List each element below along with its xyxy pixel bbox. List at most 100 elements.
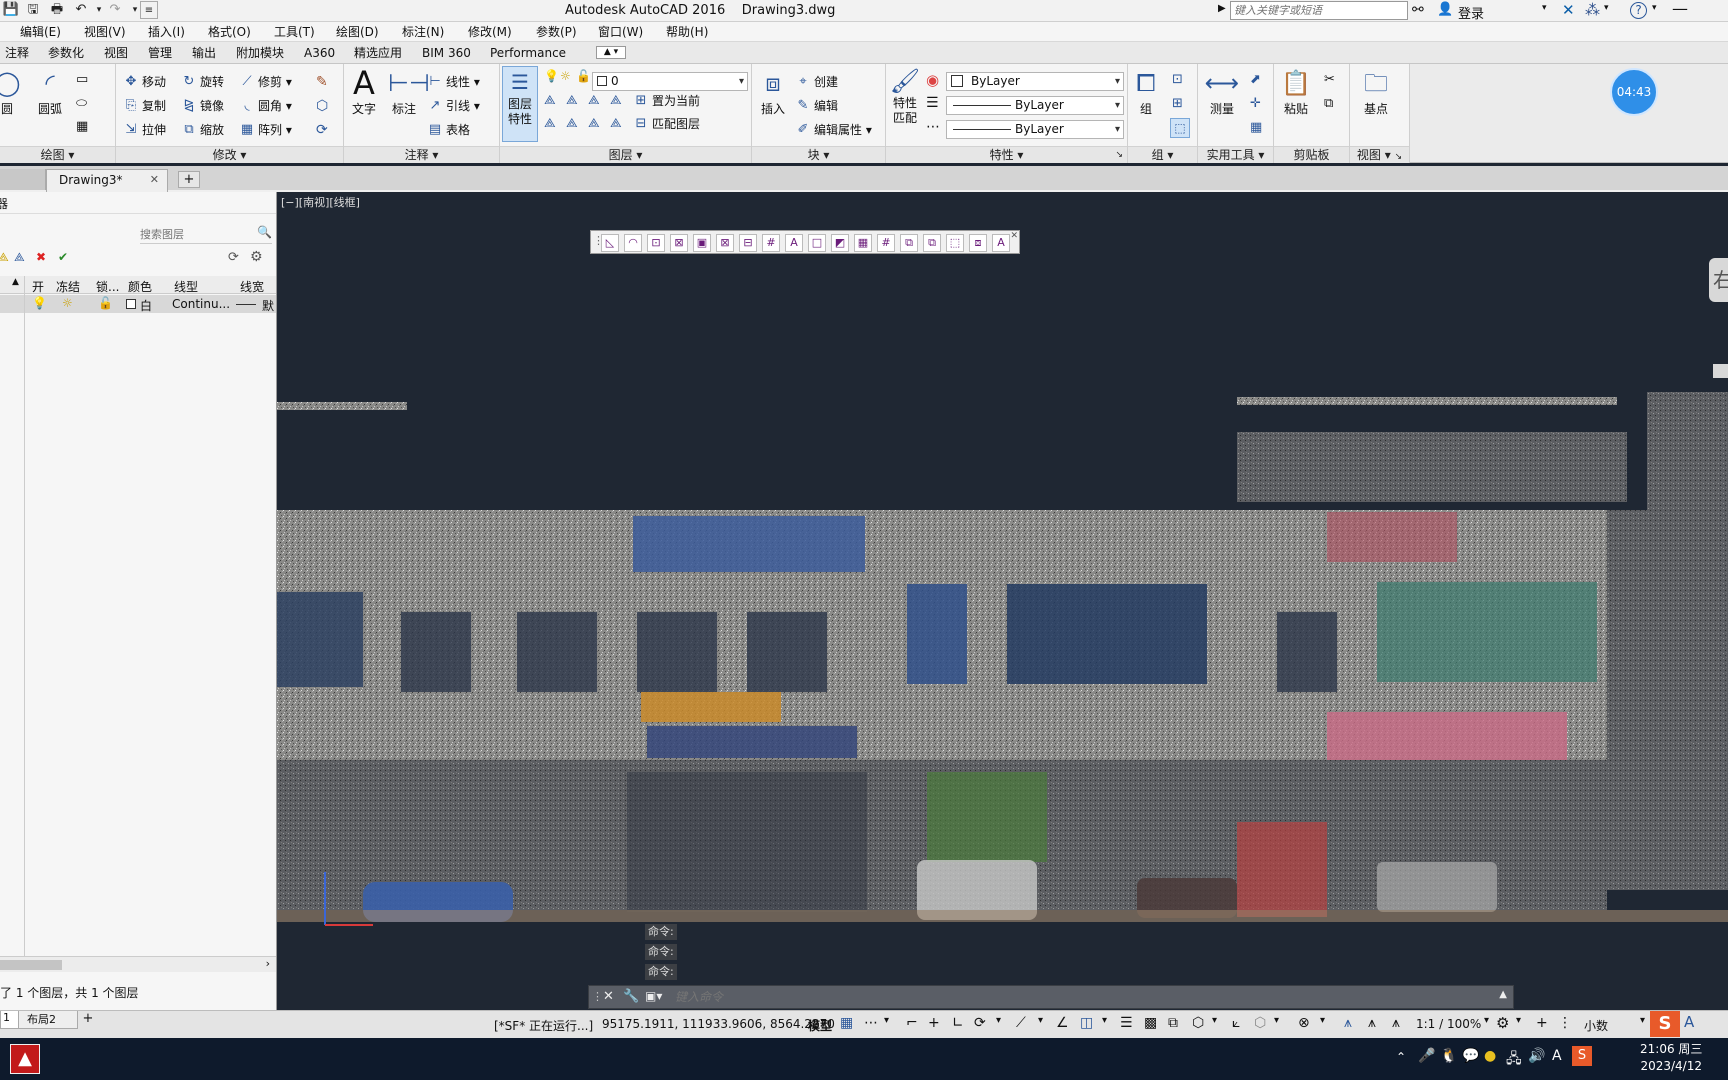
ime-mode-icon[interactable]: A <box>1684 1013 1694 1031</box>
ellipse-icon[interactable]: ⬭ <box>76 96 87 111</box>
layer-search-input[interactable] <box>140 225 252 243</box>
volume-icon[interactable]: 🔊 <box>1528 1048 1545 1064</box>
tab-addins[interactable]: 附加模块 <box>236 45 284 61</box>
layer-unlock-icon[interactable]: ⟁ <box>610 116 622 131</box>
input-language-indicator[interactable]: A <box>1552 1048 1562 1064</box>
selection-filter-icon[interactable]: ⬡ <box>1254 1015 1266 1031</box>
calculator-icon[interactable]: ▦ <box>1250 120 1262 135</box>
set-current-layer-icon[interactable]: ✔ <box>58 250 68 264</box>
tab-manage[interactable]: 管理 <box>148 45 172 61</box>
point-icon[interactable]: ✛ <box>1250 96 1261 111</box>
tab-parametric[interactable]: 参数化 <box>48 45 84 61</box>
help-icon[interactable]: ? <box>1630 2 1647 19</box>
layer-isolate-icon[interactable]: ⟁ <box>566 93 578 108</box>
menu-help[interactable]: 帮助(H) <box>666 24 708 40</box>
table-button[interactable]: ▤ 表格 <box>426 119 470 141</box>
save-as-icon[interactable]: 🖫 <box>24 1 42 19</box>
annotation-visibility-icon[interactable]: ⩚ <box>1344 1015 1352 1031</box>
layer-on-bulb-icon[interactable]: 💡 <box>32 296 47 310</box>
network-icon[interactable]: 🖧 <box>1506 1048 1522 1072</box>
new-tab-button[interactable]: + <box>178 171 200 188</box>
panel-modify-label[interactable]: 修改 ▾ <box>116 146 343 163</box>
copy-clip-icon[interactable]: ⧉ <box>1324 96 1333 111</box>
dynamic-input-icon[interactable]: + <box>928 1015 940 1031</box>
drawing-viewport[interactable]: [−][南视][线框] 右 <box>277 192 1728 1010</box>
layer-row-linetype[interactable]: Continu... <box>172 297 230 311</box>
tool-3-icon[interactable]: ⊡ <box>647 234 665 252</box>
layer-thaw-icon[interactable]: ⟁ <box>588 116 600 131</box>
tab-performance[interactable]: Performance <box>490 45 566 61</box>
copy-button[interactable]: ⎘ 复制 <box>122 95 166 117</box>
mirror-button[interactable]: ⧎ 镜像 <box>180 95 224 117</box>
tool-5-icon[interactable]: ▣ <box>693 234 711 252</box>
3d-osnap-dropdown-icon[interactable]: ▾ <box>1212 1015 1217 1026</box>
layer-dropdown[interactable]: 0 <box>592 72 748 91</box>
filter-dropdown-icon[interactable]: ▾ <box>1274 1015 1279 1026</box>
tab-layout2[interactable]: 布局2 <box>18 1011 78 1029</box>
lineweight-toggle-icon[interactable]: ☰ <box>1120 1015 1133 1031</box>
menu-dimension[interactable]: 标注(N) <box>402 24 444 40</box>
base-point-button[interactable]: 🗀 基点 <box>1356 66 1396 117</box>
print-icon[interactable]: 🖶 <box>48 1 66 19</box>
layer-on-icon[interactable]: ⟁ <box>544 116 556 131</box>
horizontal-scrollbar[interactable]: › <box>0 956 276 972</box>
tray-expand-icon[interactable]: ⌃ <box>1396 1050 1406 1064</box>
sort-arrow-icon[interactable]: ▲ <box>12 277 19 287</box>
tab-bim360[interactable]: BIM 360 <box>422 45 471 61</box>
layer-properties-button[interactable]: ☰ 图层特性 <box>502 66 538 142</box>
menu-format[interactable]: 格式(O) <box>208 24 251 40</box>
tool-9-icon[interactable]: A <box>785 234 803 252</box>
panel-block-label[interactable]: 块 ▾ <box>752 146 885 163</box>
menu-window[interactable]: 窗口(W) <box>598 24 643 40</box>
tool-11-icon[interactable]: ◩ <box>831 234 849 252</box>
tool-12-icon[interactable]: ▦ <box>854 234 872 252</box>
scroll-right-icon[interactable]: › <box>266 957 270 970</box>
start-tab[interactable] <box>0 169 46 190</box>
tab-drawing3[interactable]: Drawing3* ✕ <box>46 169 168 192</box>
tool-6-icon[interactable]: ⊠ <box>716 234 734 252</box>
help-search-input[interactable] <box>1230 1 1408 20</box>
osnap-dropdown-icon[interactable]: ▾ <box>1102 1015 1107 1026</box>
annotation-scale-value[interactable]: 1:1 / 100% <box>1416 1017 1481 1031</box>
layer-off-icon[interactable]: ⟁ <box>544 93 556 108</box>
set-current-button[interactable]: ⊞ 置为当前 <box>632 90 700 112</box>
tool-4-icon[interactable]: ⊠ <box>670 234 688 252</box>
tool-13-icon[interactable]: # <box>877 234 895 252</box>
tool-2-icon[interactable]: ◠ <box>624 234 642 252</box>
linear-button[interactable]: ⊢ 线性 ▾ <box>426 71 480 93</box>
object-snap-tracking-icon[interactable]: ∠ <box>1056 1015 1069 1031</box>
panel-layers-label[interactable]: 图层 ▾ <box>500 146 751 163</box>
exchange-icon[interactable]: ✕ <box>1562 1 1575 19</box>
workspace-gear-icon[interactable]: ⚙ <box>1496 1014 1509 1032</box>
panel-groups-label[interactable]: 组 ▾ <box>1128 146 1197 163</box>
tab-featured-apps[interactable]: 精选应用 <box>354 45 402 61</box>
text-button[interactable]: A 文字 <box>348 66 380 117</box>
a360-icon[interactable]: ⁂ <box>1585 1 1600 19</box>
layer-row-color-swatch[interactable] <box>126 299 136 309</box>
units-dropdown-icon[interactable]: ▾ <box>1640 1015 1645 1026</box>
isodraft-icon[interactable]: ⟋ <box>1016 1015 1026 1031</box>
tool-1-icon[interactable]: ◺ <box>601 234 619 252</box>
layer-row-color[interactable]: 白 <box>140 297 152 314</box>
offset-icon[interactable]: ⟳ <box>316 122 328 138</box>
timer-badge[interactable]: 04:43 <box>1610 68 1658 116</box>
fillet-button[interactable]: ◟ 圆角 ▾ <box>238 95 291 117</box>
linetype-dropdown[interactable]: ByLayer <box>946 96 1124 115</box>
cut-icon[interactable]: ✂ <box>1324 72 1335 87</box>
dimension-button[interactable]: ⊢⊣ 标注 <box>388 66 430 117</box>
edit-block-button[interactable]: ✎ 编辑 <box>794 95 838 117</box>
navbar-tab[interactable] <box>1713 364 1728 378</box>
login-dropdown-icon[interactable]: ▾ <box>1542 3 1547 13</box>
scale-dropdown-icon[interactable]: ▾ <box>1484 1015 1489 1026</box>
add-layout-button[interactable]: + <box>78 1011 98 1029</box>
lineweight-dropdown[interactable]: ByLayer <box>946 120 1124 139</box>
settings-gear-icon[interactable]: ⚙ <box>250 249 263 265</box>
panel-utilities-label[interactable]: 实用工具 ▾ <box>1198 146 1273 163</box>
menu-draw[interactable]: 绘图(D) <box>336 24 379 40</box>
hatch-icon[interactable]: ▦ <box>76 119 88 134</box>
tool-14-icon[interactable]: ⧉ <box>900 234 918 252</box>
col-lineweight[interactable]: 线宽 <box>240 278 264 295</box>
explode-icon[interactable]: ⬡ <box>316 98 328 114</box>
tab-annotate[interactable]: 注释 <box>5 45 29 61</box>
panel-properties-label[interactable]: 特性 ▾ ↘ <box>886 146 1127 163</box>
